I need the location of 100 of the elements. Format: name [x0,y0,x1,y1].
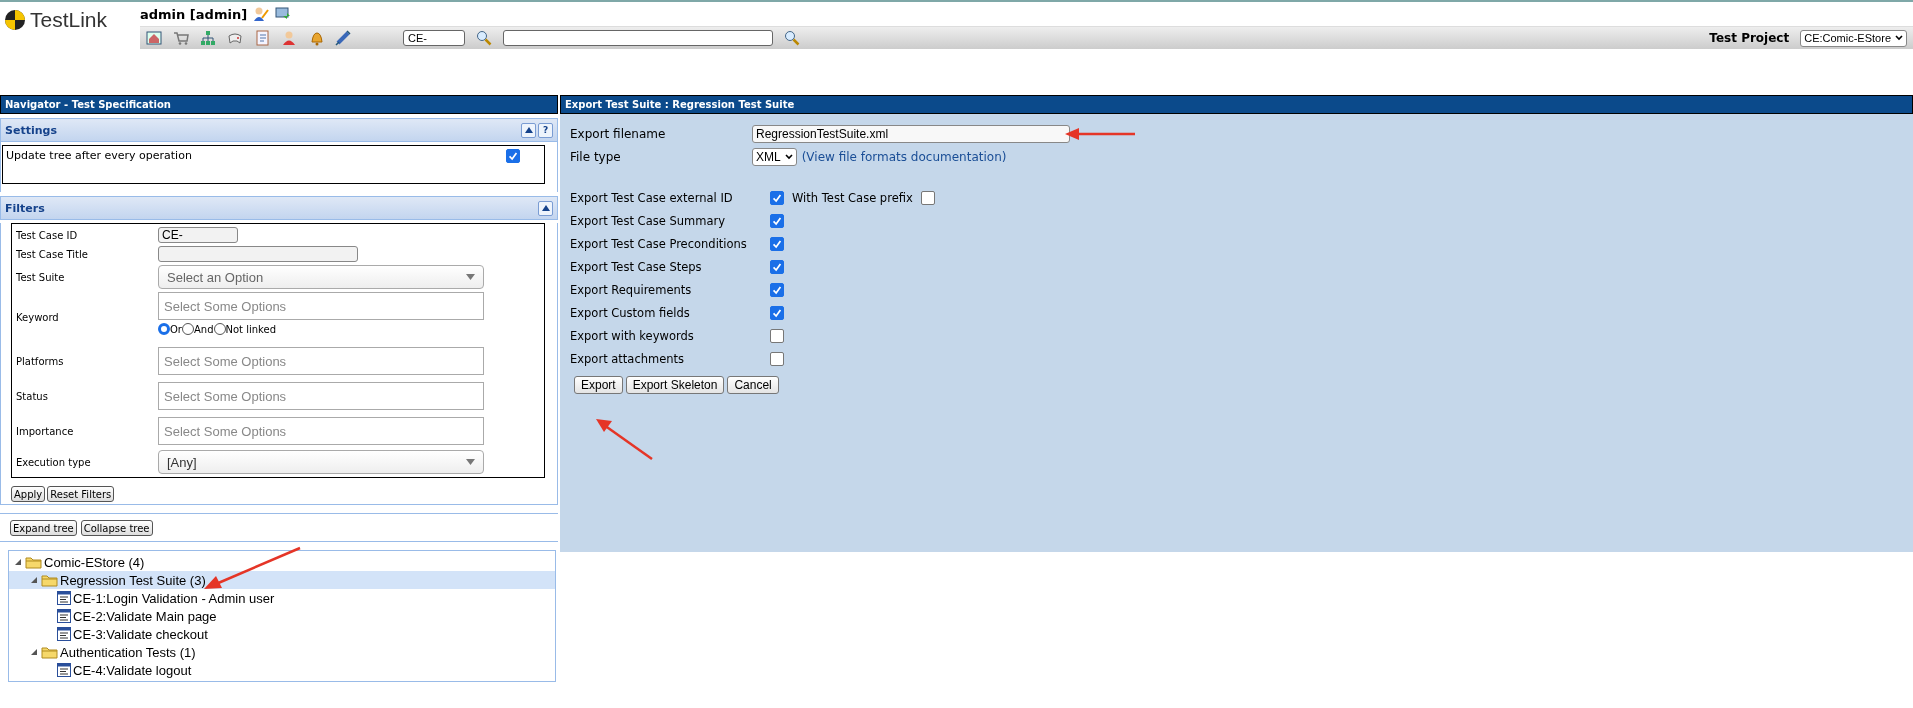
checkbox[interactable] [770,328,784,343]
tree-button[interactable]: Collapse tree [80,520,153,536]
multiselect-field[interactable]: Select Some Options [158,347,484,375]
tree-row[interactable]: CE-2:Validate Main page [9,607,555,625]
tree-row[interactable]: Comic-EStore (4) [9,553,555,571]
search-field[interactable] [503,30,773,46]
cart-icon[interactable] [173,30,189,46]
tree-row[interactable]: CE-4:Validate logout [9,661,555,679]
tree-row[interactable]: Authentication Tests (1) [9,643,555,661]
radio-label: Or [170,323,182,335]
bell-icon[interactable] [308,30,324,46]
filter-button[interactable]: Reset Filters [47,486,115,502]
search-icon[interactable] [784,30,800,46]
gamepad-icon[interactable] [227,30,243,46]
tree-label: Authentication Tests (1) [60,644,196,660]
checkbox[interactable] [920,190,935,205]
logo-text: TestLink [30,8,108,32]
option-label: Export Custom fields [570,305,691,320]
folder-icon [25,555,42,569]
option-label: Export with keywords [570,328,695,343]
multiselect-field[interactable]: Select Some Options [158,417,484,445]
form-button[interactable]: Export Skeleton [625,376,725,394]
checkbox[interactable] [770,259,784,274]
tree-label: Comic-EStore (4) [44,554,145,570]
filter-button[interactable]: Apply [11,486,46,502]
test-case-icon [57,627,71,641]
expanded-triangle-icon[interactable] [29,576,39,584]
collapse-button[interactable] [538,200,553,216]
option-label: Export attachments [570,351,686,366]
checkbox[interactable] [770,305,784,320]
form-button[interactable]: Export [574,376,623,394]
help-button[interactable]: ? [538,122,553,138]
collapse-button[interactable] [521,122,536,138]
filter-label: Test Case ID [16,229,78,241]
file-type-select[interactable]: XML [752,147,797,166]
tree-row[interactable]: Regression Test Suite (3) [9,571,555,589]
multiselect-field[interactable]: Select Some Options [158,292,484,320]
tree-label: CE-1:Login Validation - Admin user [73,590,275,606]
user-name: admin [admin] [140,6,248,22]
test-case-search-field[interactable]: CE- [403,30,465,46]
hierarchy-icon[interactable] [200,30,216,46]
logo-icon [4,9,26,31]
tree-label: CE-4:Validate logout [73,662,192,678]
option-label: Export Test Case Summary [570,213,726,228]
tree-label: CE-3:Validate checkout [73,626,208,642]
radio-button[interactable] [182,323,194,335]
caret-icon [466,274,475,280]
option-label: Export Test Case Steps [570,259,703,274]
radio-button[interactable] [213,323,226,335]
user-edit-icon[interactable] [253,6,270,22]
expanded-triangle-icon[interactable] [13,558,23,566]
form-button[interactable]: Cancel [727,376,779,394]
search-icon[interactable] [476,30,492,46]
folder-icon [41,573,58,587]
checkbox[interactable] [770,213,784,228]
test-case-icon [57,591,71,605]
tree-label: Regression Test Suite (3) [60,572,206,588]
select-field[interactable]: [Any] [158,450,484,474]
field-label: Export filename [570,126,667,141]
checkbox[interactable] [770,351,784,366]
radio-label: Not linked [225,323,277,335]
tree-row[interactable]: CE-1:Login Validation - Admin user [9,589,555,607]
field-label: File type [570,149,622,164]
option-label: Export Test Case Preconditions [570,236,748,251]
filter-label: Importance [16,425,74,437]
checkbox[interactable] [506,149,520,163]
text-field[interactable] [158,246,358,262]
project-select[interactable]: CE:Comic-EStore [1800,29,1907,47]
checkbox[interactable] [770,282,784,297]
filter-label: Platforms [16,355,64,367]
tree-button[interactable]: Expand tree [10,520,77,536]
chevron-icon [1895,35,1903,41]
radio-label: And [194,323,214,335]
section-header: Filters [0,196,558,220]
annotation-arrow [596,419,652,459]
folder-icon [41,645,58,659]
option-label: With Test Case prefix [792,190,913,205]
documentation-link[interactable]: (View file formats documentation) [801,149,1007,164]
section-header: Settings ? [0,118,558,142]
checkbox[interactable] [770,190,784,205]
chevron-icon [784,153,793,160]
tree-row[interactable]: CE-3:Validate checkout [9,625,555,643]
filter-label: Status [16,390,48,402]
text-field[interactable]: CE- [158,227,238,243]
tree-label: CE-2:Validate Main page [73,608,217,624]
test-case-icon [57,663,71,677]
filter-label: Keyword [16,311,59,323]
caret-icon [466,459,475,465]
monitor-icon[interactable] [275,6,292,22]
radio-button[interactable] [158,323,170,335]
project-label: Test Project [1709,31,1790,45]
user-icon[interactable] [281,30,297,46]
collapse-triangle-icon [541,205,550,211]
select-field[interactable]: Select an Option [158,265,484,289]
multiselect-field[interactable]: Select Some Options [158,382,484,410]
checkbox[interactable] [770,236,784,251]
home-icon[interactable] [146,30,162,46]
panel-title: Export Test Suite : Regression Test Suite [560,95,1913,114]
filename-field[interactable]: RegressionTestSuite.xml [752,124,1070,143]
expanded-triangle-icon[interactable] [29,648,39,656]
